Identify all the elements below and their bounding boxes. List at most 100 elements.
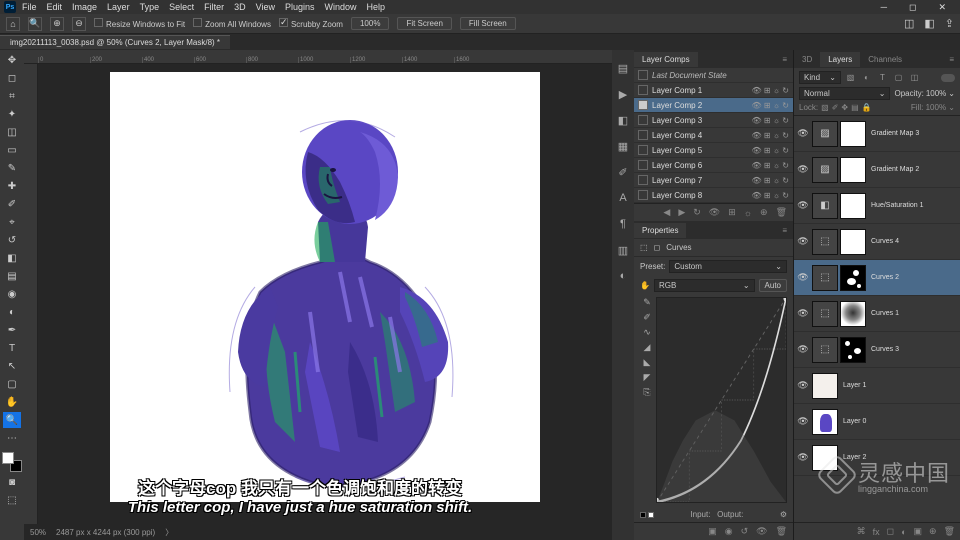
fit-screen-button[interactable]: Fit Screen [397, 17, 451, 30]
filter-shape-icon[interactable]: ▢ [893, 73, 904, 82]
menu-edit[interactable]: Edit [43, 2, 67, 12]
type-tool[interactable]: T [3, 340, 21, 356]
filter-type-icon[interactable]: T [877, 73, 888, 82]
lc-update-app-icon[interactable]: ☼ [744, 208, 752, 218]
visibility-toggle[interactable]: 👁 [797, 452, 809, 463]
new-adj-icon[interactable]: ◐ [901, 527, 906, 537]
search-icon[interactable]: ◫ [904, 17, 914, 30]
zoom-out-icon[interactable]: ⊖ [72, 17, 86, 31]
canvas[interactable] [110, 72, 540, 502]
curve-point-tool[interactable]: ✎ [643, 297, 651, 308]
screenmode-toggle[interactable]: ⬚ [3, 492, 21, 508]
clip-layer-icon[interactable]: ▣ [708, 526, 717, 537]
lc-next-icon[interactable]: ▶ [678, 207, 685, 218]
visibility-toggle[interactable]: 👁 [797, 164, 809, 175]
layer-row[interactable]: 👁◧Hue/Saturation 1 [794, 188, 960, 224]
visibility-toggle[interactable]: 👁 [797, 128, 809, 139]
blur-tool[interactable]: ◉ [3, 286, 21, 302]
layer-row[interactable]: 👁⬚Curves 4 [794, 224, 960, 260]
lock-nest-icon[interactable]: ▤ [851, 103, 859, 112]
panel-menu-icon[interactable]: ≡ [776, 55, 793, 64]
curve-draw-tool[interactable]: ✐ [643, 312, 651, 323]
panel-menu-icon[interactable]: ≡ [776, 226, 793, 235]
eraser-tool[interactable]: ◧ [3, 250, 21, 266]
menu-select[interactable]: Select [165, 2, 198, 12]
history-brush-tool[interactable]: ↺ [3, 232, 21, 248]
filter-toggle[interactable] [941, 74, 955, 82]
move-tool[interactable]: ✥ [3, 52, 21, 68]
brushes-panel-icon[interactable]: ✐ [616, 166, 630, 180]
curve-eyedrop-gray[interactable]: ◣ [644, 357, 651, 368]
layer-row[interactable]: 👁⬚Curves 3 [794, 332, 960, 368]
opacity-value[interactable]: 100% [926, 89, 946, 98]
color-swatches[interactable] [2, 452, 22, 472]
channels-tab[interactable]: Channels [860, 52, 910, 67]
filter-smart-icon[interactable]: ◫ [909, 73, 920, 82]
link-layers-icon[interactable]: ⌘ [857, 526, 866, 537]
lock-paint-icon[interactable]: ✐ [832, 103, 839, 112]
properties-tab[interactable]: Properties [634, 223, 686, 238]
layer-comps-tab[interactable]: Layer Comps [634, 52, 698, 67]
layer-row[interactable]: 👁Layer 0 [794, 404, 960, 440]
visibility-toggle[interactable]: 👁 [797, 308, 809, 319]
path-tool[interactable]: ↖ [3, 358, 21, 374]
menu-help[interactable]: Help [363, 2, 390, 12]
minimize-icon[interactable]: ─ [877, 2, 891, 13]
dodge-tool[interactable]: ◐ [3, 304, 21, 320]
filter-adj-icon[interactable]: ◐ [861, 73, 872, 82]
lc-new-icon[interactable]: ⊕ [760, 207, 768, 218]
adjustments-panel-icon[interactable]: ◐ [616, 270, 630, 284]
stamp-tool[interactable]: ⌖ [3, 214, 21, 230]
actions-panel-icon[interactable]: ▶ [616, 88, 630, 102]
curve-smooth-tool[interactable]: ∿ [643, 327, 651, 338]
menu-filter[interactable]: Filter [200, 2, 228, 12]
document-tab[interactable]: img20211113_0038.psd @ 50% (Curves 2, La… [0, 35, 230, 49]
channel-picker-icon[interactable]: ✋ [640, 281, 650, 290]
curve-eyedrop-black[interactable]: ◢ [644, 342, 651, 353]
visibility-toggle[interactable]: 👁 [797, 380, 809, 391]
zoom-in-icon[interactable]: ⊕ [50, 17, 64, 31]
quickmask-toggle[interactable]: ◙ [3, 474, 21, 490]
visibility-toggle[interactable]: 👁 [797, 272, 809, 283]
add-mask-icon[interactable]: ◻ [887, 526, 894, 537]
viewport[interactable] [38, 64, 612, 524]
resize-windows-checkbox[interactable]: Resize Windows to Fit [94, 18, 185, 29]
visibility-toggle[interactable]: 👁 [797, 416, 809, 427]
menu-type[interactable]: Type [136, 2, 164, 12]
lc-update-pos-icon[interactable]: ⊞ [728, 207, 736, 218]
frame-tool[interactable]: ▭ [3, 142, 21, 158]
view-prev-icon[interactable]: ◉ [725, 526, 733, 537]
lc-delete-icon[interactable]: 🗑 [776, 207, 787, 218]
healing-tool[interactable]: ✚ [3, 178, 21, 194]
hand-tool[interactable]: ✋ [3, 394, 21, 410]
auto-button[interactable]: Auto [759, 279, 787, 292]
layer-row[interactable]: 👁▨Gradient Map 3 [794, 116, 960, 152]
curves-graph[interactable] [656, 297, 787, 503]
gradient-tool[interactable]: ▤ [3, 268, 21, 284]
layer-comp-item[interactable]: Layer Comp 5👁 ⊞ ☼ ↻ [634, 143, 793, 158]
layer-row[interactable]: 👁⬚Curves 2 [794, 260, 960, 296]
character-panel-icon[interactable]: A [616, 192, 630, 206]
color-panel-icon[interactable]: ◧ [616, 114, 630, 128]
layer-filter-kind[interactable]: Kind⌄ [799, 71, 841, 84]
menu-window[interactable]: Window [321, 2, 361, 12]
preset-select[interactable]: Custom⌄ [669, 260, 787, 273]
zoom-100-button[interactable]: 100% [351, 17, 389, 30]
zoom-all-checkbox[interactable]: Zoom All Windows [193, 18, 271, 29]
status-zoom[interactable]: 50% [30, 528, 46, 537]
layer-comp-item[interactable]: Layer Comp 2👁 ⊞ ☼ ↻ [634, 98, 793, 113]
home-icon[interactable]: ⌂ [6, 17, 20, 31]
lock-all-icon[interactable]: 🔒 [862, 103, 872, 112]
curve-options-icon[interactable]: ⚙ [780, 510, 787, 519]
layer-row[interactable]: 👁▨Gradient Map 2 [794, 152, 960, 188]
wand-tool[interactable]: ✦ [3, 106, 21, 122]
panel-menu-icon[interactable]: ≡ [943, 55, 960, 64]
layer-comp-last-state[interactable]: Last Document State [634, 68, 793, 83]
layer-comp-item[interactable]: Layer Comp 8👁 ⊞ ☼ ↻ [634, 188, 793, 203]
zoom-tool[interactable]: 🔍 [3, 412, 21, 428]
layer-fx-icon[interactable]: fx [873, 527, 880, 537]
visibility-toggle[interactable]: 👁 [797, 236, 809, 247]
lock-trans-icon[interactable]: ▧ [821, 103, 829, 112]
paragraph-panel-icon[interactable]: ¶ [616, 218, 630, 232]
layer-comp-item[interactable]: Layer Comp 1👁 ⊞ ☼ ↻ [634, 83, 793, 98]
